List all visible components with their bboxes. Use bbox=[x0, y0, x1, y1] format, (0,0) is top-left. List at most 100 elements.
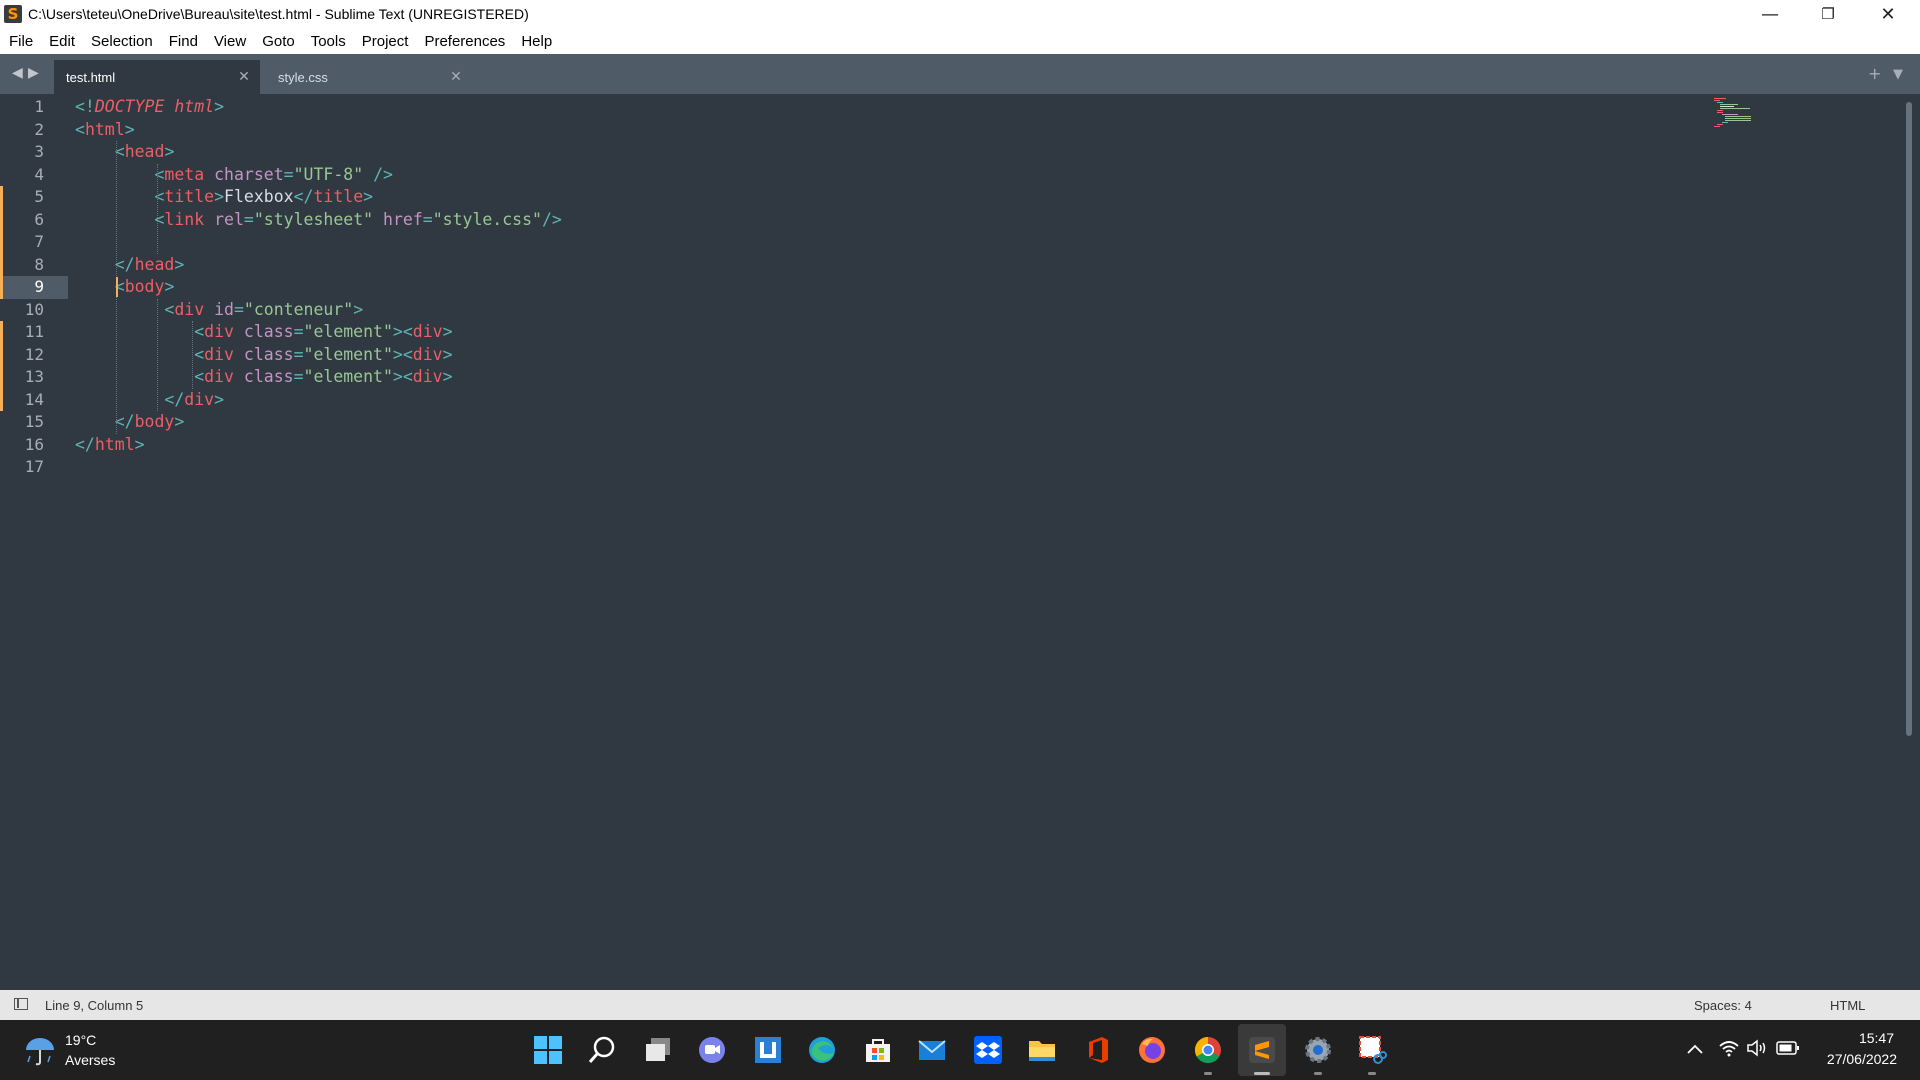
next-tab-icon[interactable]: ▶ bbox=[28, 65, 39, 81]
line-number[interactable]: 2 bbox=[0, 119, 44, 142]
menu-file[interactable]: File bbox=[0, 33, 41, 50]
line-number[interactable]: 9 bbox=[0, 276, 44, 299]
restore-button[interactable]: ❐ bbox=[1800, 0, 1856, 28]
menu-goto[interactable]: Goto bbox=[254, 33, 303, 50]
code-line[interactable]: </head> bbox=[75, 254, 185, 277]
tab-close-icon[interactable]: ✕ bbox=[446, 69, 466, 85]
code-line[interactable]: <title>Flexbox</title> bbox=[75, 186, 373, 209]
sublime-text-icon[interactable] bbox=[1246, 1034, 1278, 1066]
volume-icon[interactable] bbox=[1746, 1039, 1768, 1057]
code-line[interactable]: <div class="element"><div> bbox=[75, 344, 452, 367]
sidebar-toggle-icon[interactable] bbox=[14, 998, 28, 1010]
start-icon[interactable] bbox=[532, 1034, 564, 1066]
line-number[interactable]: 1 bbox=[0, 96, 44, 119]
tab-close-icon[interactable]: ✕ bbox=[234, 69, 254, 85]
code-line[interactable]: </html> bbox=[75, 434, 145, 457]
code-token: class bbox=[243, 322, 294, 341]
store-app-icon[interactable] bbox=[752, 1034, 784, 1066]
wifi-icon[interactable] bbox=[1718, 1039, 1740, 1057]
line-number[interactable]: 3 bbox=[0, 141, 44, 164]
code-line[interactable]: </body> bbox=[75, 411, 185, 434]
line-number[interactable]: 8 bbox=[0, 254, 44, 277]
menu-preferences[interactable]: Preferences bbox=[416, 33, 513, 50]
line-number[interactable]: 10 bbox=[0, 299, 44, 322]
line-number[interactable]: 11 bbox=[0, 321, 44, 344]
code-token: < bbox=[75, 119, 85, 139]
minimize-button[interactable]: — bbox=[1742, 0, 1798, 28]
menu-edit[interactable]: Edit bbox=[41, 33, 83, 50]
tab-list-icon[interactable]: ▼ bbox=[1893, 67, 1903, 82]
new-tab-icon[interactable]: + bbox=[1868, 64, 1881, 83]
line-number[interactable]: 16 bbox=[0, 434, 44, 457]
chrome-icon[interactable] bbox=[1192, 1034, 1224, 1066]
line-number[interactable]: 17 bbox=[0, 456, 44, 479]
minimap[interactable] bbox=[1714, 98, 1794, 138]
code-token: = bbox=[243, 209, 254, 229]
code-line[interactable]: <!DOCTYPE html> bbox=[75, 96, 224, 119]
running-indicator bbox=[1254, 1072, 1270, 1075]
code-line[interactable]: <div class="element"><div> bbox=[75, 321, 452, 344]
code-line[interactable]: <link rel="stylesheet" href="style.css"/… bbox=[75, 209, 561, 232]
snipping-tool-icon[interactable] bbox=[1356, 1034, 1388, 1066]
menu-help[interactable]: Help bbox=[513, 33, 560, 50]
cursor-position[interactable]: Line 9, Column 5 bbox=[45, 998, 143, 1013]
file-explorer-icon[interactable] bbox=[1026, 1034, 1058, 1066]
clock-time[interactable]: 15:47 bbox=[1859, 1030, 1894, 1046]
firefox-icon[interactable] bbox=[1136, 1034, 1168, 1066]
weather-widget[interactable]: 19°C Averses bbox=[22, 1032, 115, 1071]
task-view-icon[interactable] bbox=[642, 1034, 674, 1066]
minimap-line bbox=[1725, 120, 1751, 121]
microsoft-store-icon[interactable] bbox=[862, 1034, 894, 1066]
line-number[interactable]: 6 bbox=[0, 209, 44, 232]
chevron-up-icon[interactable] bbox=[1686, 1042, 1704, 1056]
line-number[interactable]: 7 bbox=[0, 231, 44, 254]
chat-icon[interactable] bbox=[696, 1034, 728, 1066]
indentation-status[interactable]: Spaces: 4 bbox=[1694, 998, 1752, 1013]
settings-icon[interactable] bbox=[1302, 1034, 1334, 1066]
previous-tab-icon[interactable]: ◀ bbox=[12, 65, 23, 81]
minimap-line bbox=[1714, 100, 1720, 101]
code-line[interactable]: <meta charset="UTF-8" /> bbox=[75, 164, 392, 187]
code-token: title bbox=[313, 187, 364, 206]
line-number[interactable]: 14 bbox=[0, 389, 44, 412]
menu-selection[interactable]: Selection bbox=[83, 33, 161, 50]
taskbar: 19°C Averses 15:47 27/06/2022 bbox=[0, 1020, 1920, 1080]
code-token: = bbox=[283, 164, 294, 184]
office-icon[interactable] bbox=[1082, 1034, 1114, 1066]
menu-find[interactable]: Find bbox=[161, 33, 206, 50]
code-token: > bbox=[353, 299, 364, 319]
line-number[interactable]: 4 bbox=[0, 164, 44, 187]
mail-icon[interactable] bbox=[916, 1034, 948, 1066]
minimize-icon: — bbox=[1761, 3, 1779, 25]
close-window-button[interactable]: ✕ bbox=[1860, 0, 1916, 28]
tab-test-html[interactable]: test.html ✕ bbox=[54, 60, 260, 94]
edge-icon[interactable] bbox=[806, 1034, 838, 1066]
menu-tools[interactable]: Tools bbox=[303, 33, 354, 50]
clock-date[interactable]: 27/06/2022 bbox=[1827, 1051, 1897, 1067]
line-number[interactable]: 5 bbox=[0, 186, 44, 209]
line-number[interactable]: 13 bbox=[0, 366, 44, 389]
menu-project[interactable]: Project bbox=[354, 33, 417, 50]
code-line[interactable]: <div class="element"><div> bbox=[75, 366, 452, 389]
line-number[interactable]: 15 bbox=[0, 411, 44, 434]
search-icon[interactable] bbox=[586, 1034, 618, 1066]
code-line[interactable]: <body> bbox=[75, 276, 175, 299]
vertical-scrollbar[interactable] bbox=[1906, 102, 1912, 736]
syntax-status[interactable]: HTML bbox=[1830, 998, 1865, 1013]
code-token: </ bbox=[114, 254, 135, 274]
dropbox-icon[interactable] bbox=[972, 1034, 1004, 1066]
code-line[interactable]: <html> bbox=[75, 119, 135, 142]
menu-view[interactable]: View bbox=[206, 33, 254, 50]
line-number[interactable]: 12 bbox=[0, 344, 44, 367]
code-line[interactable]: <head> bbox=[75, 141, 175, 164]
running-indicator bbox=[1204, 1072, 1212, 1075]
tab-style-css[interactable]: style.css ✕ bbox=[266, 60, 472, 94]
code-line[interactable]: <div id="conteneur"> bbox=[75, 299, 363, 322]
minimap-line bbox=[1720, 104, 1738, 105]
editor[interactable]: 1 2 3 4 5 6 7 8 9 10 11 12 13 14 15 16 17 <!DOCTYPE html… bbox=[0, 94, 1920, 990]
minimap-line bbox=[1722, 114, 1738, 115]
battery-icon[interactable] bbox=[1776, 1041, 1800, 1055]
code-line[interactable]: </div> bbox=[75, 389, 224, 412]
